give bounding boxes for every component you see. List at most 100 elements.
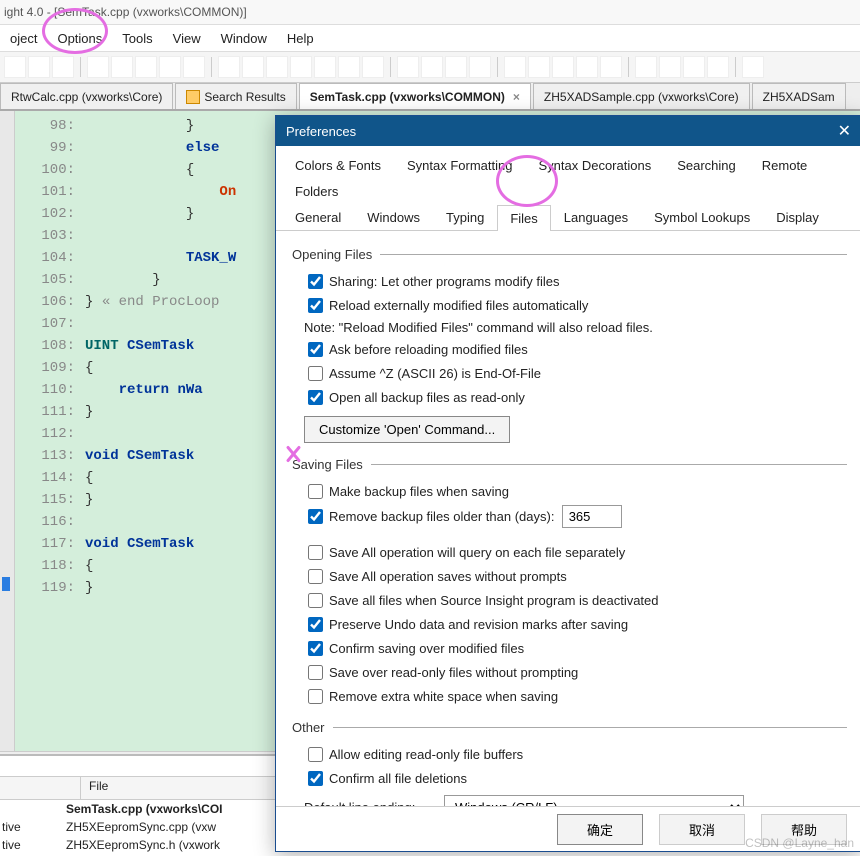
menu-project[interactable]: oject bbox=[0, 29, 47, 48]
tab-remote[interactable]: Remote bbox=[749, 152, 821, 178]
toolbar-button[interactable] bbox=[290, 56, 312, 78]
opt-trim-whitespace[interactable]: Remove extra white space when saving bbox=[304, 686, 847, 707]
checkbox[interactable] bbox=[308, 298, 323, 313]
customize-open-button[interactable]: Customize 'Open' Command... bbox=[304, 416, 510, 443]
editor-gutter bbox=[0, 111, 15, 751]
toolbar-button[interactable] bbox=[242, 56, 264, 78]
label: Preserve Undo data and revision marks af… bbox=[329, 617, 628, 632]
opt-backup-readonly[interactable]: Open all backup files as read-only bbox=[304, 387, 847, 408]
toolbar-button[interactable] bbox=[183, 56, 205, 78]
file-tab-active[interactable]: SemTask.cpp (vxworks\COMMON)× bbox=[299, 83, 531, 109]
checkbox[interactable] bbox=[308, 641, 323, 656]
days-input[interactable] bbox=[562, 505, 622, 528]
toolbar-button[interactable] bbox=[28, 56, 50, 78]
dialog-title-bar[interactable]: Preferences ✕ bbox=[276, 116, 860, 146]
menu-help[interactable]: Help bbox=[277, 29, 324, 48]
opt-saveall-noprompt[interactable]: Save All operation saves without prompts bbox=[304, 566, 847, 587]
opt-confirm-modified[interactable]: Confirm saving over modified files bbox=[304, 638, 847, 659]
checkbox[interactable] bbox=[308, 484, 323, 499]
toolbar-button[interactable] bbox=[552, 56, 574, 78]
close-icon[interactable]: ✕ bbox=[838, 121, 851, 141]
column-header[interactable] bbox=[0, 777, 81, 799]
ok-button[interactable]: 确定 bbox=[557, 814, 643, 845]
toolbar-button[interactable] bbox=[314, 56, 336, 78]
tab-symbol-lookups[interactable]: Symbol Lookups bbox=[641, 204, 763, 230]
checkbox[interactable] bbox=[308, 593, 323, 608]
opt-edit-readonly[interactable]: Allow editing read-only file buffers bbox=[304, 744, 847, 765]
toolbar-button[interactable] bbox=[659, 56, 681, 78]
checkbox[interactable] bbox=[308, 569, 323, 584]
toolbar bbox=[0, 52, 860, 83]
opt-make-backup[interactable]: Make backup files when saving bbox=[304, 481, 847, 502]
toolbar-button[interactable] bbox=[218, 56, 240, 78]
file-tab[interactable]: ZH5XADSam bbox=[752, 83, 846, 109]
opt-eof[interactable]: Assume ^Z (ASCII 26) is End-Of-File bbox=[304, 363, 847, 384]
tab-syntax-formatting[interactable]: Syntax Formatting bbox=[394, 152, 526, 178]
checkbox[interactable] bbox=[308, 665, 323, 680]
opt-over-readonly[interactable]: Save over read-only files without prompt… bbox=[304, 662, 847, 683]
toolbar-button[interactable] bbox=[421, 56, 443, 78]
toolbar-button[interactable] bbox=[504, 56, 526, 78]
toolbar-button[interactable] bbox=[111, 56, 133, 78]
tab-languages[interactable]: Languages bbox=[551, 204, 641, 230]
label: Ask before reloading modified files bbox=[329, 342, 528, 357]
toolbar-button[interactable] bbox=[397, 56, 419, 78]
opt-sharing[interactable]: Sharing: Let other programs modify files bbox=[304, 271, 847, 292]
checkbox[interactable] bbox=[308, 366, 323, 381]
file-tab-search[interactable]: Search Results bbox=[175, 83, 296, 109]
toolbar-button[interactable] bbox=[87, 56, 109, 78]
opt-remove-backup[interactable]: Remove backup files older than (days): bbox=[304, 505, 847, 528]
toolbar-button[interactable] bbox=[707, 56, 729, 78]
toolbar-button[interactable] bbox=[742, 56, 764, 78]
checkbox[interactable] bbox=[308, 390, 323, 405]
toolbar-button[interactable] bbox=[576, 56, 598, 78]
checkbox[interactable] bbox=[308, 342, 323, 357]
toolbar-button[interactable] bbox=[338, 56, 360, 78]
toolbar-button[interactable] bbox=[266, 56, 288, 78]
line-ending-select[interactable]: Windows (CR/LF) bbox=[444, 795, 744, 806]
menu-window[interactable]: Window bbox=[211, 29, 277, 48]
separator bbox=[211, 57, 212, 77]
toolbar-button[interactable] bbox=[135, 56, 157, 78]
tab-typing[interactable]: Typing bbox=[433, 204, 497, 230]
opt-save-deactivated[interactable]: Save all files when Source Insight progr… bbox=[304, 590, 847, 611]
tab-files[interactable]: Files bbox=[497, 205, 550, 231]
toolbar-button[interactable] bbox=[159, 56, 181, 78]
opt-reload-auto[interactable]: Reload externally modified files automat… bbox=[304, 295, 847, 316]
close-icon[interactable]: × bbox=[513, 90, 520, 104]
opt-confirm-deletions[interactable]: Confirm all file deletions bbox=[304, 768, 847, 789]
toolbar-button[interactable] bbox=[469, 56, 491, 78]
toolbar-button[interactable] bbox=[683, 56, 705, 78]
toolbar-button[interactable] bbox=[4, 56, 26, 78]
checkbox[interactable] bbox=[308, 771, 323, 786]
tab-syntax-decorations[interactable]: Syntax Decorations bbox=[525, 152, 664, 178]
tab-display[interactable]: Display bbox=[763, 204, 832, 230]
menu-tools[interactable]: Tools bbox=[112, 29, 162, 48]
tab-folders[interactable]: Folders bbox=[282, 178, 351, 204]
checkbox[interactable] bbox=[308, 747, 323, 762]
menu-options[interactable]: Options bbox=[47, 29, 112, 48]
tab-searching[interactable]: Searching bbox=[664, 152, 749, 178]
checkbox[interactable] bbox=[308, 274, 323, 289]
file-tab[interactable]: RtwCalc.cpp (vxworks\Core) bbox=[0, 83, 173, 109]
menu-view[interactable]: View bbox=[163, 29, 211, 48]
opt-saveall-query[interactable]: Save All operation will query on each fi… bbox=[304, 542, 847, 563]
toolbar-button[interactable] bbox=[600, 56, 622, 78]
toolbar-button[interactable] bbox=[635, 56, 657, 78]
checkbox[interactable] bbox=[308, 617, 323, 632]
tab-colors-fonts[interactable]: Colors & Fonts bbox=[282, 152, 394, 178]
toolbar-button[interactable] bbox=[52, 56, 74, 78]
cancel-button[interactable]: 取消 bbox=[659, 814, 745, 845]
opt-ask-reload[interactable]: Ask before reloading modified files bbox=[304, 339, 847, 360]
tab-windows[interactable]: Windows bbox=[354, 204, 433, 230]
checkbox[interactable] bbox=[308, 509, 323, 524]
opt-preserve-undo[interactable]: Preserve Undo data and revision marks af… bbox=[304, 614, 847, 635]
toolbar-button[interactable] bbox=[528, 56, 550, 78]
tab-general[interactable]: General bbox=[282, 204, 354, 230]
file-tab[interactable]: ZH5XADSample.cpp (vxworks\Core) bbox=[533, 83, 750, 109]
checkbox[interactable] bbox=[308, 545, 323, 560]
watermark: CSDN @Layne_han bbox=[745, 836, 854, 850]
checkbox[interactable] bbox=[308, 689, 323, 704]
toolbar-button[interactable] bbox=[362, 56, 384, 78]
toolbar-button[interactable] bbox=[445, 56, 467, 78]
